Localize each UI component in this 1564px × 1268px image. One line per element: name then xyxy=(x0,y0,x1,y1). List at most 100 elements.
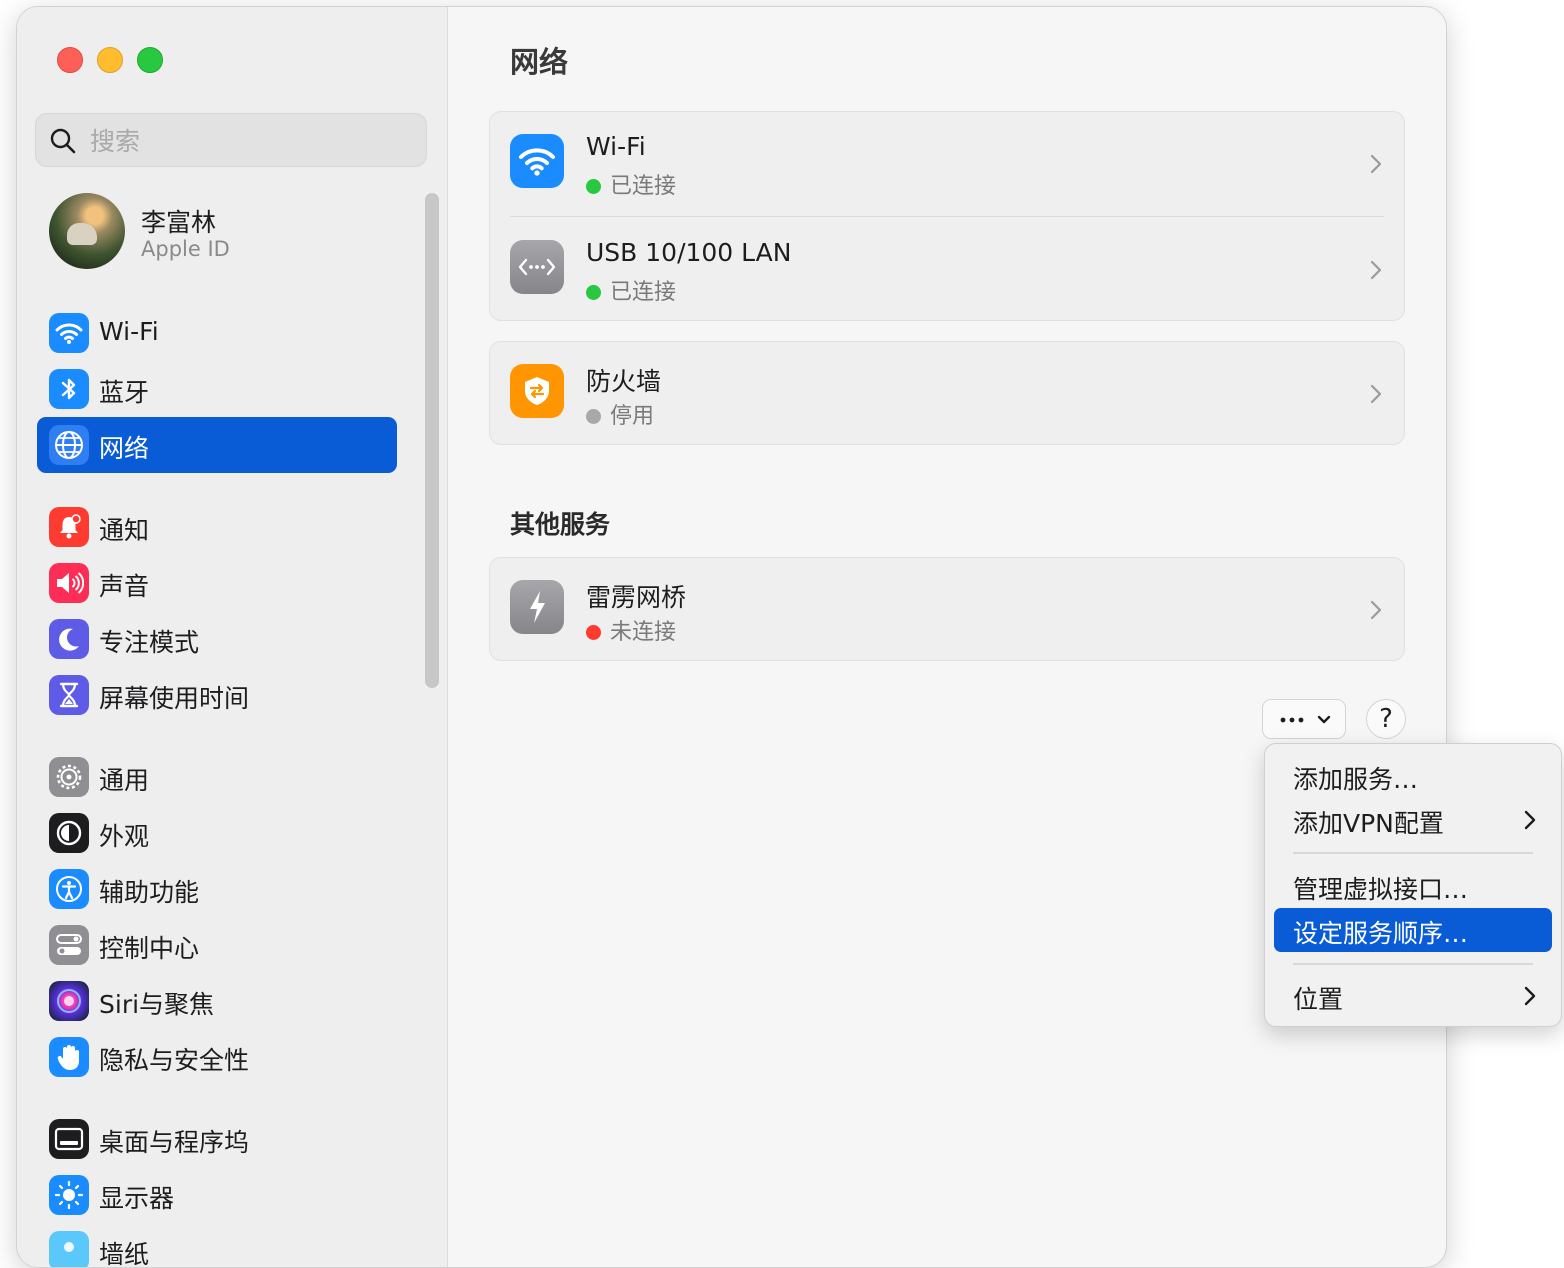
service-row-usb-lan[interactable]: USB 10/100 LAN 已连接 xyxy=(490,218,1404,322)
more-actions-icon xyxy=(1280,715,1331,724)
service-status: 已连接 xyxy=(586,274,676,306)
menu-item-add-service[interactable]: 添加服务… xyxy=(1274,754,1552,798)
sidebar-item-label: 控制中心 xyxy=(99,934,200,963)
chevron-right-icon xyxy=(1524,986,1536,1006)
zoom-window-button[interactable] xyxy=(137,47,163,73)
page-title: 网络 xyxy=(510,45,569,79)
service-row-wifi[interactable]: Wi-Fi 已连接 xyxy=(490,112,1404,216)
chevron-right-icon xyxy=(1370,260,1382,280)
switches-icon xyxy=(49,925,89,965)
sidebar-item-label: 通用 xyxy=(99,766,150,795)
wifi-icon xyxy=(510,134,564,188)
wifi-icon xyxy=(49,313,89,353)
sidebar-item-wifi[interactable]: Wi-Fi xyxy=(37,305,397,361)
apple-id-account[interactable]: 李富林 Apple ID xyxy=(49,193,419,273)
chevron-right-icon xyxy=(1370,154,1382,174)
sidebar-item-label: 隐私与安全性 xyxy=(99,1046,250,1075)
sidebar-item-focus[interactable]: 专注模式 xyxy=(37,611,397,667)
menu-separator xyxy=(1293,963,1533,965)
service-status: 未连接 xyxy=(586,614,676,646)
menu-item-label: 添加VPN配置 xyxy=(1293,809,1444,838)
dock-icon xyxy=(49,1119,89,1159)
globe-icon xyxy=(49,425,89,465)
speaker-icon xyxy=(49,563,89,603)
sidebar-item-sound[interactable]: 声音 xyxy=(37,555,397,611)
menu-item-add-vpn[interactable]: 添加VPN配置 xyxy=(1274,798,1552,842)
firewall-row[interactable]: 防火墙 停用 xyxy=(490,342,1404,446)
sidebar-item-wallpaper[interactable]: 墙纸 xyxy=(37,1223,397,1267)
service-name: USB 10/100 LAN xyxy=(586,238,792,267)
more-actions-button[interactable] xyxy=(1262,699,1346,739)
service-row-thunderbolt-bridge[interactable]: 雷雳网桥 未连接 xyxy=(490,558,1404,662)
status-dot-green xyxy=(586,285,601,300)
sidebar-item-siri[interactable]: Siri与聚焦 xyxy=(37,973,397,1029)
sidebar-item-general[interactable]: 通用 xyxy=(37,749,397,805)
search-field[interactable] xyxy=(35,113,427,167)
menu-item-location[interactable]: 位置 xyxy=(1274,974,1552,1018)
ethernet-icon xyxy=(510,240,564,294)
menu-item-set-service-order[interactable]: 设定服务顺序… xyxy=(1274,908,1552,952)
more-actions-menu: 添加服务… 添加VPN配置 管理虚拟接口… 设定服务顺序… 位置 xyxy=(1264,743,1562,1027)
thunderbolt-icon xyxy=(510,580,564,634)
sun-icon xyxy=(49,1175,89,1215)
menu-item-label: 位置 xyxy=(1293,985,1344,1014)
firewall-icon xyxy=(510,364,564,418)
sidebar-item-bluetooth[interactable]: 蓝牙 xyxy=(37,361,397,417)
sidebar-item-label: 通知 xyxy=(99,516,150,545)
sidebar-item-accessibility[interactable]: 辅助功能 xyxy=(37,861,397,917)
firewall-status: 停用 xyxy=(586,398,654,430)
close-window-button[interactable] xyxy=(57,47,83,73)
sidebar-item-appearance[interactable]: 外观 xyxy=(37,805,397,861)
firewall-name: 防火墙 xyxy=(586,367,662,396)
sidebar-item-label: Wi-Fi xyxy=(99,317,159,346)
bell-icon xyxy=(49,507,89,547)
service-name: 雷雳网桥 xyxy=(586,583,687,612)
row-divider xyxy=(510,216,1384,217)
search-input[interactable] xyxy=(88,122,412,160)
sidebar-item-control-center[interactable]: 控制中心 xyxy=(37,917,397,973)
appearance-icon xyxy=(49,813,89,853)
service-name: Wi-Fi xyxy=(586,132,646,161)
search-icon xyxy=(50,128,76,154)
service-status: 已连接 xyxy=(586,168,676,200)
sidebar-item-label: 辅助功能 xyxy=(99,878,200,907)
sidebar-item-displays[interactable]: 显示器 xyxy=(37,1167,397,1223)
menu-item-label: 管理虚拟接口… xyxy=(1293,875,1469,904)
status-dot-green xyxy=(586,179,601,194)
sidebar-item-label: 外观 xyxy=(99,822,150,851)
sidebar-item-label: 声音 xyxy=(99,572,150,601)
menu-item-label: 设定服务顺序… xyxy=(1293,919,1469,948)
sidebar-item-network[interactable]: 网络 xyxy=(37,417,397,473)
other-services-card: 雷雳网桥 未连接 xyxy=(489,557,1405,661)
hand-icon xyxy=(49,1037,89,1077)
sidebar-item-notifications[interactable]: 通知 xyxy=(37,499,397,555)
sidebar-item-privacy[interactable]: 隐私与安全性 xyxy=(37,1029,397,1085)
wallpaper-icon xyxy=(49,1231,89,1267)
chevron-right-icon xyxy=(1524,810,1536,830)
chevron-right-icon xyxy=(1370,384,1382,404)
gear-icon xyxy=(49,757,89,797)
sidebar-item-label: 蓝牙 xyxy=(99,378,150,407)
sidebar-item-label: 屏幕使用时间 xyxy=(99,684,250,713)
menu-item-manage-virtual-interfaces[interactable]: 管理虚拟接口… xyxy=(1274,864,1552,908)
account-subtitle: Apple ID xyxy=(141,237,230,261)
firewall-card: 防火墙 停用 xyxy=(489,341,1405,445)
sidebar-item-screen-time[interactable]: 屏幕使用时间 xyxy=(37,667,397,723)
status-dot-red xyxy=(586,625,601,640)
main-panel: 网络 Wi-Fi 已连接 USB 10/100 LAN 已连接 防火墙 停用 其… xyxy=(448,7,1446,1267)
sidebar-item-label: 网络 xyxy=(99,434,150,463)
menu-separator xyxy=(1293,852,1533,854)
sidebar-item-label: 专注模式 xyxy=(99,628,200,657)
minimize-window-button[interactable] xyxy=(97,47,123,73)
sidebar: 李富林 Apple ID Wi-Fi 蓝牙 xyxy=(17,7,448,1267)
siri-icon xyxy=(49,981,89,1021)
status-dot-gray xyxy=(586,409,601,424)
help-button[interactable]: ? xyxy=(1366,699,1406,739)
sidebar-scrollbar[interactable] xyxy=(425,193,439,688)
sidebar-item-desktop-dock[interactable]: 桌面与程序坞 xyxy=(37,1111,397,1167)
moon-icon xyxy=(49,619,89,659)
accessibility-icon xyxy=(49,869,89,909)
hourglass-icon xyxy=(49,675,89,715)
bluetooth-icon xyxy=(49,369,89,409)
chevron-right-icon xyxy=(1370,600,1382,620)
